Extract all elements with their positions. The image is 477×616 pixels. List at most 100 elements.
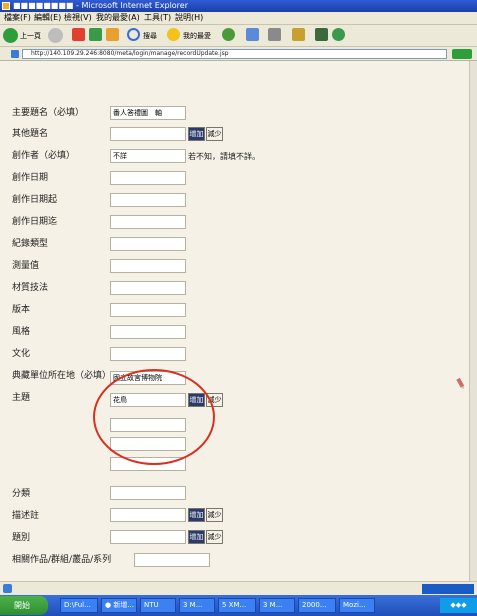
start-button[interactable]: 開始 [0, 596, 48, 615]
subject-type-add-button[interactable]: 增加 [188, 530, 205, 544]
date-start-input[interactable] [110, 193, 186, 207]
menu-view[interactable]: 檢視(V) [64, 13, 92, 23]
subject-type-input[interactable] [110, 530, 186, 544]
task-item[interactable]: Mozi... [339, 598, 375, 613]
edit-page-button[interactable] [292, 28, 305, 43]
forward-button[interactable] [48, 28, 63, 43]
label-category: 分類 [12, 489, 31, 499]
favorites-button[interactable]: 我的最愛 [167, 28, 217, 43]
edition-input[interactable] [110, 303, 186, 317]
creator-input[interactable]: 不詳 [110, 149, 186, 163]
subject-type-remove-button[interactable]: 減少 [206, 530, 223, 544]
discuss-icon [315, 28, 328, 41]
task-item[interactable]: NTU [140, 598, 176, 613]
description-remove-button[interactable]: 減少 [206, 508, 223, 522]
label-culture: 文化 [12, 349, 31, 359]
address-bar: http://140.109.29.246:8080/meta/login/ma… [0, 47, 477, 61]
description-add-button[interactable]: 增加 [188, 508, 205, 522]
material-input[interactable] [110, 281, 186, 295]
task-item[interactable]: 3 M... [179, 598, 215, 613]
label-description: 描述註 [12, 511, 40, 521]
label-date-start: 創作日期起 [12, 195, 58, 205]
search-label: 搜尋 [143, 32, 157, 40]
address-input[interactable]: http://140.109.29.246:8080/meta/login/ma… [22, 49, 447, 59]
label-style: 風格 [12, 327, 31, 337]
menu-edit[interactable]: 編輯(E) [34, 13, 61, 23]
toolbar: 上一頁 搜尋 我的最愛 [0, 25, 477, 47]
description-input[interactable] [110, 508, 186, 522]
messenger-button[interactable] [332, 28, 345, 43]
label-related-works: 相關作品/群組/叢品/系列 [12, 555, 112, 565]
menu-file[interactable]: 檔案(F) [4, 13, 31, 23]
edit-icon [292, 28, 305, 41]
other-title-add-button[interactable]: 增加 [188, 127, 205, 141]
other-title-remove-button[interactable]: 減少 [206, 127, 223, 141]
other-title-input[interactable] [110, 127, 186, 141]
taskbar: 開始 D:\Ful... ● 新增... NTU 3 M... 5 XM... … [0, 595, 477, 616]
search-icon [127, 28, 140, 41]
label-material: 材質技法 [12, 283, 49, 293]
style-input[interactable] [110, 325, 186, 339]
home-icon [106, 28, 119, 41]
media-button[interactable] [222, 28, 235, 43]
category-input[interactable] [110, 486, 186, 500]
back-label: 上一頁 [20, 32, 41, 40]
messenger-icon [332, 28, 345, 41]
go-button[interactable] [452, 49, 472, 59]
page-content: 主要題名（必填） 其他題名 創作者（必填） 創作日期 創作日期起 創作日期迄 紀… [0, 61, 469, 581]
label-main-title: 主要題名（必填） [12, 108, 85, 118]
star-icon [167, 28, 180, 41]
label-edition: 版本 [12, 305, 31, 315]
language-bar[interactable] [422, 584, 474, 594]
task-item[interactable]: 5 XM... [218, 598, 256, 613]
label-location: 典藏單位所在地（必填） [12, 371, 112, 381]
back-arrow-icon [3, 28, 18, 43]
status-page-icon [3, 584, 12, 593]
label-subject: 主題 [12, 393, 31, 403]
back-button[interactable]: 上一頁 [3, 28, 43, 43]
status-bar [0, 581, 477, 595]
home-button[interactable] [106, 28, 119, 43]
print-icon [268, 28, 281, 41]
discuss-button[interactable] [315, 28, 328, 43]
mail-icon [246, 28, 259, 41]
label-record-type: 紀錄類型 [12, 239, 49, 249]
favorites-label: 我的最愛 [183, 32, 211, 40]
creator-note: 若不知，請填不詳。 [188, 152, 260, 161]
highlight-circle-annotation [93, 369, 215, 465]
window-title: ■■■■■■■■ - Microsoft Internet Explorer [13, 1, 189, 10]
menu-bar: 檔案(F) 編輯(E) 檢視(V) 我的最愛(A) 工具(T) 說明(H) [0, 12, 477, 25]
media-icon [222, 28, 235, 41]
vertical-scrollbar[interactable] [469, 61, 477, 581]
label-creation-date: 創作日期 [12, 173, 49, 183]
menu-tools[interactable]: 工具(T) [144, 13, 171, 23]
task-item[interactable]: D:\Ful... [60, 598, 98, 613]
measurement-input[interactable] [110, 259, 186, 273]
culture-input[interactable] [110, 347, 186, 361]
record-type-input[interactable] [110, 237, 186, 251]
label-measurement: 測量值 [12, 261, 40, 271]
page-icon [11, 50, 19, 58]
menu-help[interactable]: 說明(H) [175, 13, 203, 23]
task-item[interactable]: 3 M... [259, 598, 295, 613]
related-works-input[interactable] [134, 553, 210, 567]
main-title-input[interactable]: 番人答禮圖 軸 [110, 106, 186, 120]
stop-icon [72, 28, 85, 41]
stop-button[interactable] [72, 28, 85, 43]
search-button[interactable]: 搜尋 [127, 28, 163, 43]
ie-icon [2, 2, 10, 10]
label-other-title: 其他題名 [12, 129, 49, 139]
task-item[interactable]: ● 新增... [101, 598, 137, 613]
creation-date-input[interactable] [110, 171, 186, 185]
label-date-end: 創作日期迄 [12, 217, 58, 227]
menu-favorites[interactable]: 我的最愛(A) [96, 13, 140, 23]
title-bar: ■■■■■■■■ - Microsoft Internet Explorer [0, 0, 477, 12]
label-subject-type: 題別 [12, 533, 31, 543]
refresh-button[interactable] [89, 28, 102, 43]
print-button[interactable] [268, 28, 281, 43]
system-tray[interactable]: ◆◆◆ [440, 598, 477, 613]
mail-button[interactable] [246, 28, 259, 43]
task-item[interactable]: 2000... [298, 598, 336, 613]
label-creator: 創作者（必填） [12, 151, 76, 161]
date-end-input[interactable] [110, 215, 186, 229]
